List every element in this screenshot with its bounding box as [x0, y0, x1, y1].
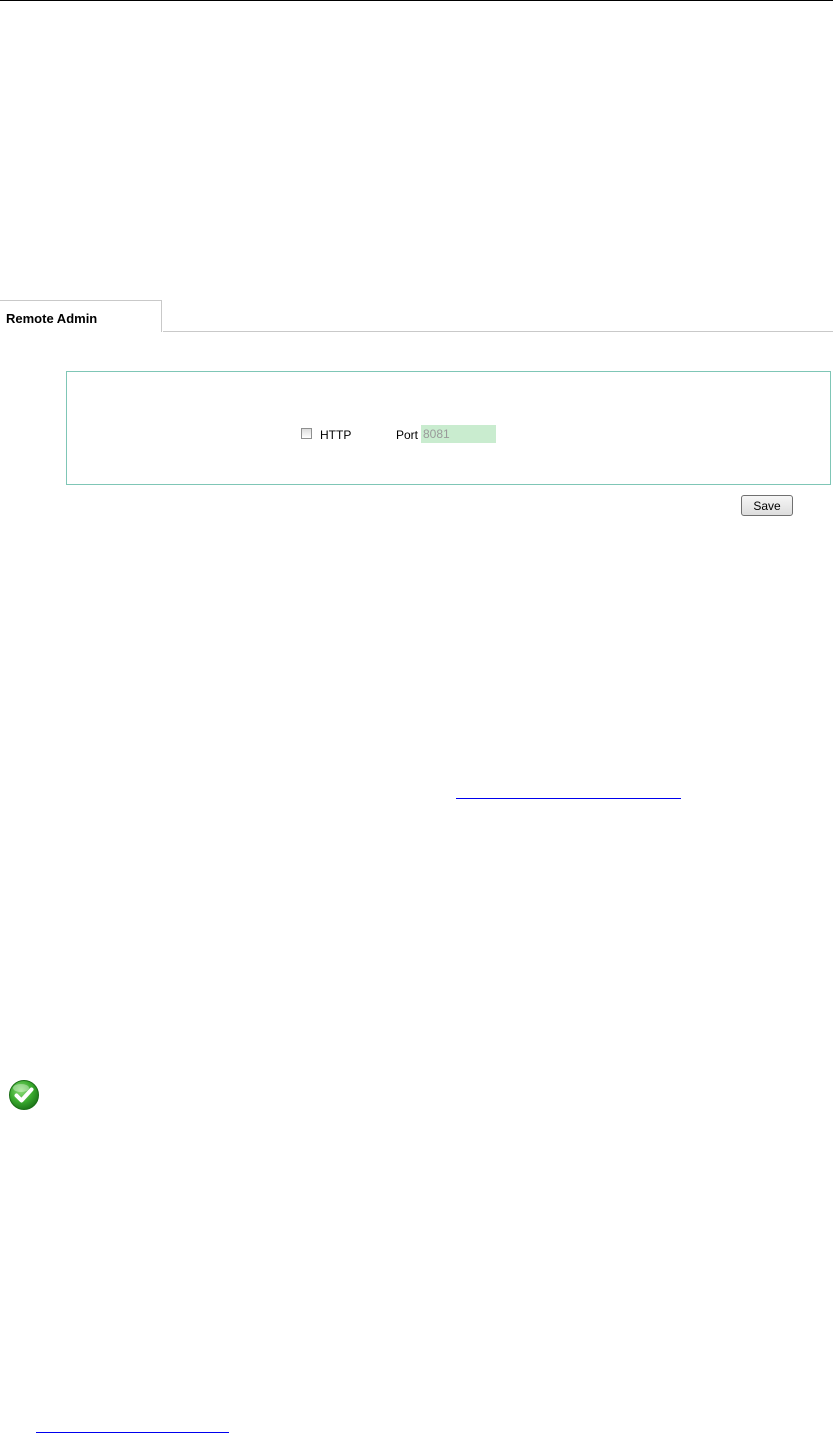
link-underline[interactable]	[456, 798, 681, 799]
http-checkbox[interactable]	[301, 428, 312, 439]
tab-strip: Remote Admin	[0, 300, 833, 333]
tab-remote-admin-label: Remote Admin	[6, 311, 98, 326]
link-underline-bottom[interactable]	[36, 1432, 229, 1433]
top-rule	[0, 0, 833, 1]
save-button[interactable]: Save	[741, 495, 793, 516]
tab-baseline	[163, 331, 833, 332]
port-input[interactable]	[421, 425, 496, 443]
tab-remote-admin[interactable]: Remote Admin	[0, 300, 162, 332]
http-label: HTTP	[320, 428, 352, 442]
check-circle-icon	[9, 1080, 39, 1110]
port-label: Port	[396, 428, 419, 442]
